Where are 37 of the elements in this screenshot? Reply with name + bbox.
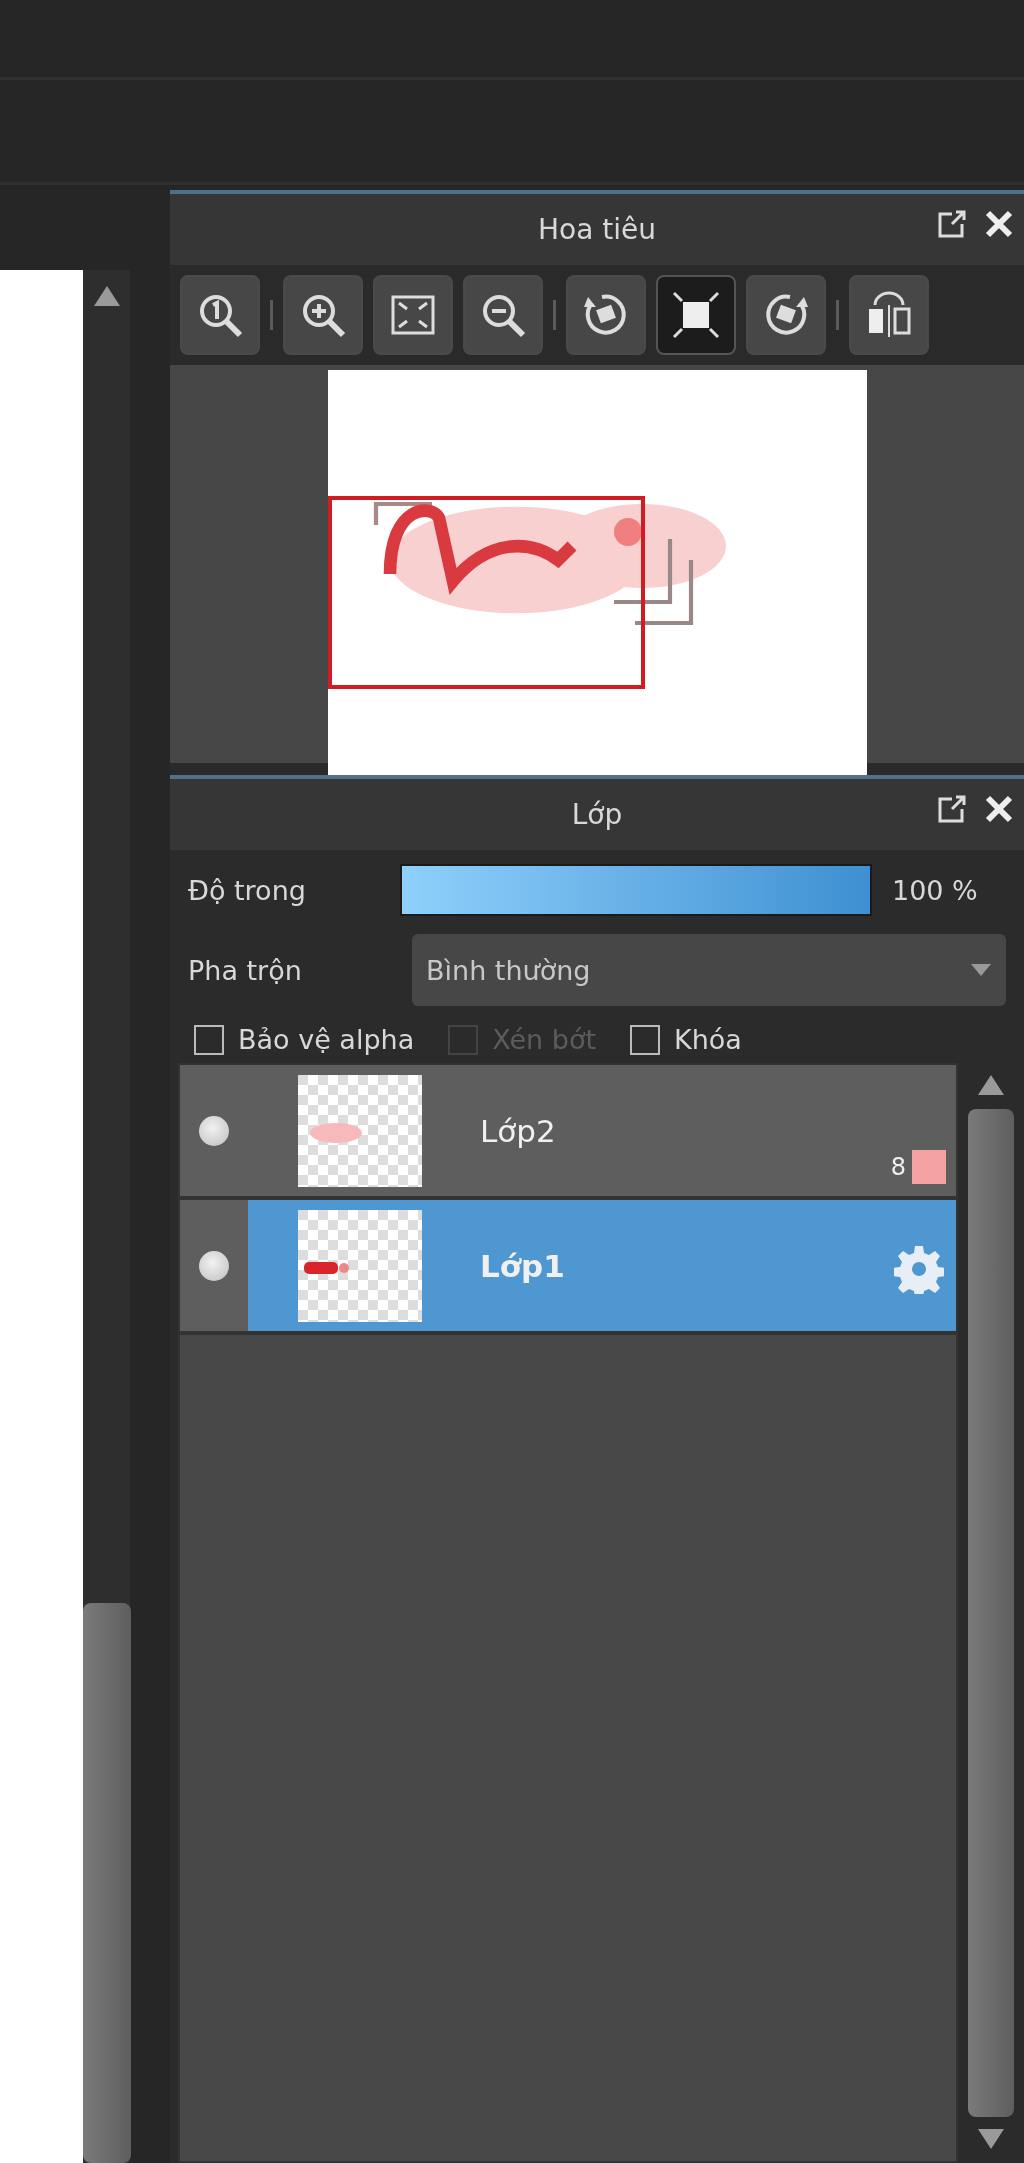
scroll-down-arrow[interactable] bbox=[976, 2127, 1006, 2151]
opacity-label: Độ trong bbox=[188, 874, 307, 906]
blend-dropdown[interactable]: Bình thường bbox=[412, 934, 1006, 1006]
dropdown-value: Bình thường bbox=[426, 954, 591, 986]
scrollbar-thumb[interactable] bbox=[968, 1109, 1014, 2117]
undock-icon[interactable] bbox=[936, 208, 968, 240]
layer-count: 8 bbox=[890, 1153, 906, 1181]
close-icon[interactable] bbox=[984, 794, 1014, 824]
panel-title: Hoa tiêu bbox=[538, 213, 656, 246]
toolbar-button[interactable] bbox=[373, 275, 453, 355]
checkbox[interactable] bbox=[194, 1024, 224, 1055]
visibility-dot[interactable] bbox=[199, 1250, 229, 1281]
checkbox-option[interactable]: Bảo vệ alpha bbox=[194, 1024, 415, 1055]
gear-icon[interactable] bbox=[894, 1244, 944, 1294]
undock-icon[interactable] bbox=[936, 793, 968, 825]
toolbar-button[interactable] bbox=[463, 275, 543, 355]
toolbar-button[interactable] bbox=[849, 275, 929, 355]
blend-label: Pha trộn bbox=[188, 954, 303, 986]
toolbar-button[interactable] bbox=[180, 275, 260, 355]
fit-window-icon bbox=[670, 289, 722, 341]
scroll-up-arrow[interactable] bbox=[976, 1073, 1006, 1097]
scroll-up-arrow[interactable] bbox=[91, 284, 122, 308]
opacity-value: 100 % bbox=[892, 874, 978, 906]
caret-icon bbox=[970, 963, 992, 977]
toolbar-button[interactable] bbox=[656, 275, 736, 355]
scrollbar-thumb[interactable] bbox=[82, 1603, 131, 2163]
checkbox[interactable] bbox=[630, 1024, 661, 1055]
layer-row[interactable]: Lớp2 8 bbox=[180, 1065, 956, 1200]
visibility-dot[interactable] bbox=[199, 1115, 229, 1146]
layer-name: Lớp1 bbox=[480, 1247, 565, 1284]
toolbar-button[interactable] bbox=[283, 275, 363, 355]
panel-title: Lớp bbox=[571, 798, 623, 831]
close-icon[interactable] bbox=[984, 209, 1014, 239]
layer-name: Lớp2 bbox=[480, 1112, 556, 1149]
checkbox-option[interactable]: Khóa bbox=[630, 1024, 742, 1055]
toolbar-button[interactable] bbox=[746, 275, 826, 355]
toolbar-button[interactable] bbox=[566, 275, 646, 355]
